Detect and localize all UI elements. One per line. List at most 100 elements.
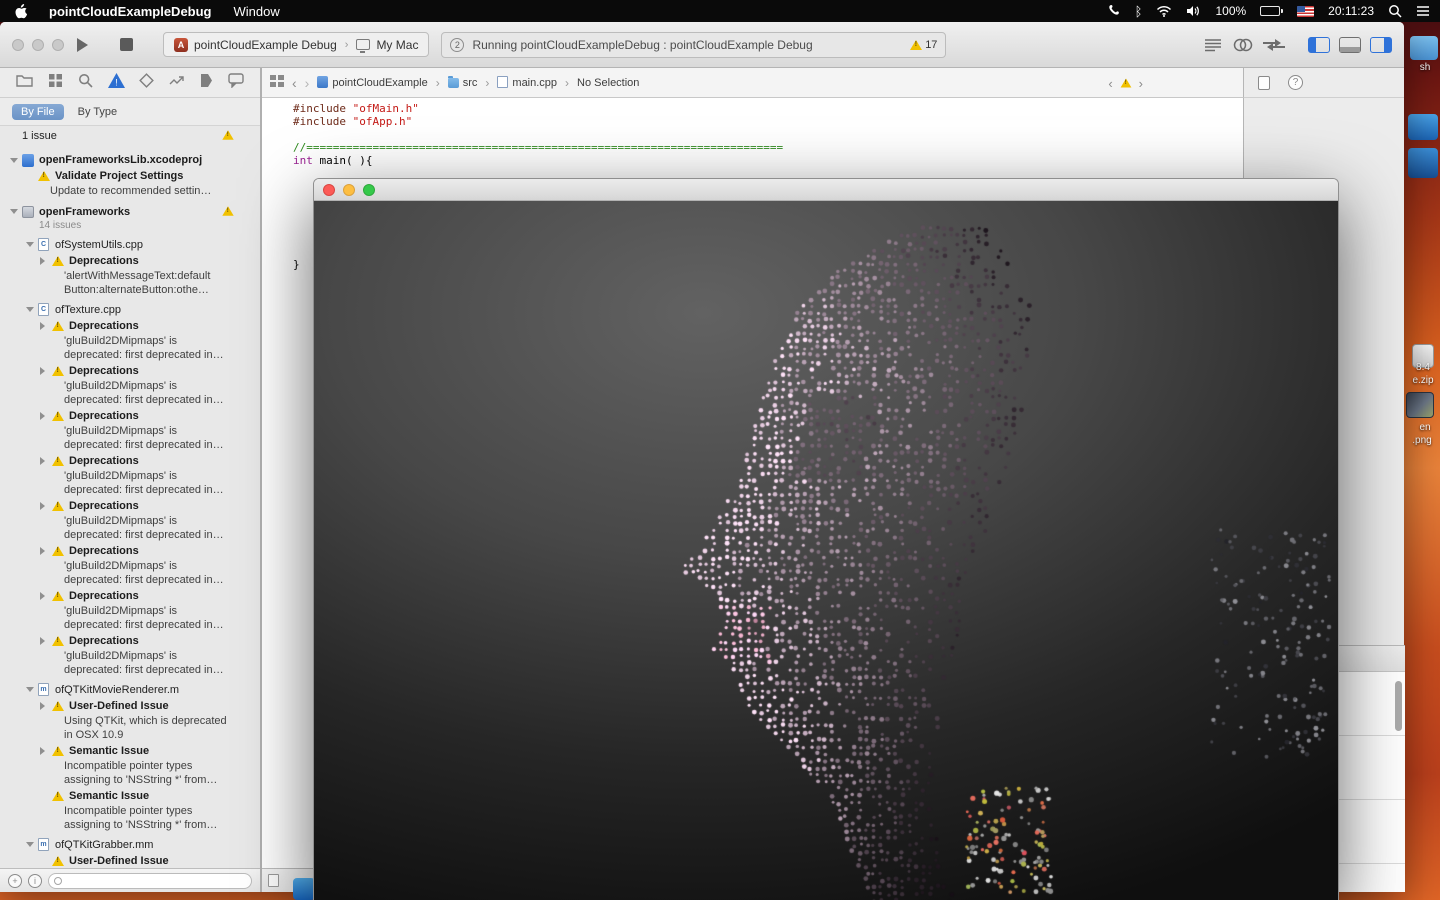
- project-navigator-icon[interactable]: [16, 73, 33, 93]
- breadcrumb-folder[interactable]: src: [447, 76, 477, 89]
- opengl-viewport[interactable]: [314, 201, 1338, 900]
- issue-detail-text[interactable]: deprecated: first deprecated in…: [0, 348, 260, 363]
- code-line[interactable]: //======================================…: [293, 141, 783, 154]
- issue-row[interactable]: Validate Project Settings: [0, 168, 260, 184]
- issue-row[interactable]: Deprecations: [0, 498, 260, 514]
- issue-row[interactable]: Deprecations: [0, 633, 260, 649]
- stop-button[interactable]: [120, 38, 133, 51]
- issue-detail-text[interactable]: deprecated: first deprecated in…: [0, 663, 260, 678]
- filter-field[interactable]: [48, 872, 252, 889]
- show-info-icon[interactable]: i: [28, 873, 42, 888]
- standard-editor-button[interactable]: [1203, 37, 1223, 53]
- issue-detail-text[interactable]: Using QTKit, which is deprecated: [0, 714, 260, 729]
- close-button[interactable]: [12, 38, 24, 51]
- debug-navigator-icon[interactable]: [169, 73, 184, 93]
- issue-row[interactable]: Deprecations: [0, 408, 260, 424]
- back-button[interactable]: ‹: [292, 75, 297, 91]
- show-errors-only-icon[interactable]: +: [8, 873, 22, 888]
- input-source-flag-icon[interactable]: [1297, 5, 1315, 17]
- breakpoint-navigator-icon[interactable]: [199, 73, 213, 93]
- issue-row[interactable]: Deprecations: [0, 253, 260, 269]
- disclosure-triangle-icon[interactable]: [40, 591, 52, 600]
- disclosure-triangle-icon[interactable]: [40, 546, 52, 555]
- code-line[interactable]: int main( ){: [293, 154, 783, 167]
- bluetooth-icon[interactable]: ᛒ: [1135, 4, 1143, 19]
- issue-detail-text[interactable]: Incompatible pointer types: [0, 804, 260, 819]
- notification-center-icon[interactable]: [1416, 5, 1430, 17]
- scheme-selector[interactable]: A pointCloudExample Debug › My Mac: [163, 32, 430, 57]
- point-cloud-app-window[interactable]: [313, 178, 1339, 900]
- file-inspector-icon[interactable]: [1258, 75, 1270, 90]
- issue-row[interactable]: openFrameworksLib.xcodeproj: [0, 152, 260, 168]
- symbol-navigator-icon[interactable]: [48, 73, 63, 93]
- toggle-navigator-button[interactable]: [1308, 36, 1330, 53]
- issue-row[interactable]: Deprecations: [0, 318, 260, 334]
- issue-detail-text[interactable]: deprecated: first deprecated in…: [0, 393, 260, 408]
- issue-detail-text[interactable]: 'gluBuild2DMipmaps' is: [0, 469, 260, 484]
- disclosure-triangle-icon[interactable]: [40, 746, 52, 755]
- issue-navigator-icon[interactable]: !: [107, 72, 125, 93]
- issue-detail-text[interactable]: deprecated: first deprecated in…: [0, 528, 260, 543]
- disclosure-triangle-icon[interactable]: [40, 256, 52, 265]
- issue-row[interactable]: Deprecations: [0, 453, 260, 469]
- issue-detail-text[interactable]: deprecated: first deprecated in…: [0, 438, 260, 453]
- issue-row[interactable]: CofTexture.cpp: [0, 302, 260, 318]
- issue-detail-text[interactable]: Button:alternateButton:othe…: [0, 283, 260, 298]
- log-navigator-icon[interactable]: [228, 72, 244, 93]
- issue-detail-text[interactable]: Update to recommended settin…: [0, 184, 260, 199]
- issue-row[interactable]: 1 issue: [0, 128, 260, 144]
- issue-detail-text[interactable]: 'gluBuild2DMipmaps' is: [0, 514, 260, 529]
- window-controls[interactable]: [0, 38, 75, 51]
- issue-row[interactable]: User-Defined Issue: [0, 698, 260, 714]
- phone-icon[interactable]: [1107, 4, 1121, 18]
- volume-icon[interactable]: [1186, 5, 1201, 17]
- dock-icon-fragment[interactable]: [293, 878, 315, 900]
- issue-detail-text[interactable]: deprecated: first deprecated in…: [0, 618, 260, 633]
- issue-detail-text[interactable]: assigning to 'NSString *' from…: [0, 773, 260, 788]
- disclosure-triangle-icon[interactable]: [40, 701, 52, 710]
- desktop-icon-folder[interactable]: [1410, 36, 1438, 60]
- code-line[interactable]: #include "ofMain.h": [293, 102, 783, 115]
- disclosure-triangle-icon[interactable]: [10, 209, 22, 214]
- test-navigator-icon[interactable]: [139, 72, 155, 93]
- run-button[interactable]: [75, 37, 90, 53]
- issue-detail-text[interactable]: deprecated: first deprecated in…: [0, 573, 260, 588]
- issue-detail-text[interactable]: 'alertWithMessageText:default: [0, 269, 260, 284]
- issue-detail-text[interactable]: 'gluBuild2DMipmaps' is: [0, 379, 260, 394]
- issue-detail-text[interactable]: Incompatible pointer types: [0, 759, 260, 774]
- disclosure-triangle-icon[interactable]: [26, 307, 38, 312]
- disclosure-triangle-icon[interactable]: [40, 321, 52, 330]
- issue-row[interactable]: User-Defined Issue: [0, 853, 260, 869]
- code-line[interactable]: #include "ofApp.h": [293, 115, 783, 128]
- app-window-titlebar[interactable]: [314, 179, 1338, 201]
- next-issue-button[interactable]: ›: [1139, 76, 1143, 91]
- code-line[interactable]: [293, 128, 783, 141]
- issue-detail-text[interactable]: deprecated: first deprecated in…: [0, 483, 260, 498]
- disclosure-triangle-icon[interactable]: [10, 157, 22, 163]
- desktop-icon-app[interactable]: [1408, 114, 1438, 140]
- disclosure-triangle-icon[interactable]: [26, 242, 38, 247]
- issue-detail-text[interactable]: 'gluBuild2DMipmaps' is: [0, 424, 260, 439]
- tab-by-type[interactable]: By Type: [78, 106, 118, 118]
- issue-row[interactable]: Deprecations: [0, 588, 260, 604]
- issue-detail-text[interactable]: 'gluBuild2DMipmaps' is: [0, 334, 260, 349]
- close-button[interactable]: [323, 183, 335, 196]
- issue-detail-text[interactable]: assigning to 'NSString *' from…: [0, 818, 260, 833]
- spotlight-icon[interactable]: [1388, 4, 1402, 18]
- issue-row[interactable]: Deprecations: [0, 363, 260, 379]
- breadcrumb-project[interactable]: pointCloudExample: [317, 76, 428, 89]
- forward-button[interactable]: ›: [305, 75, 310, 91]
- minimize-button[interactable]: [343, 183, 355, 196]
- issue-detail-text[interactable]: in OSX 10.9: [0, 728, 260, 743]
- disclosure-triangle-icon[interactable]: [40, 501, 52, 510]
- menu-item-window[interactable]: Window: [234, 4, 280, 19]
- tab-by-file[interactable]: By File: [12, 103, 64, 120]
- disclosure-triangle-icon[interactable]: [40, 411, 52, 420]
- issue-detail-text[interactable]: 'gluBuild2DMipmaps' is: [0, 559, 260, 574]
- wifi-icon[interactable]: [1156, 5, 1172, 17]
- menu-app-name[interactable]: pointCloudExampleDebug: [49, 4, 212, 19]
- assistant-editor-button[interactable]: [1232, 37, 1254, 53]
- issue-count[interactable]: 17: [910, 39, 937, 51]
- breadcrumb-file[interactable]: main.cpp: [497, 76, 557, 89]
- apple-menu-icon[interactable]: [14, 3, 27, 19]
